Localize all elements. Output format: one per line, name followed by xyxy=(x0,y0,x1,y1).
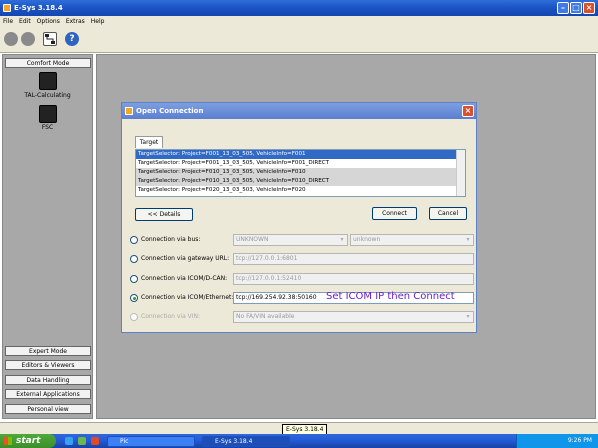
connection-gateway-radio[interactable] xyxy=(130,255,138,263)
taskbar-item-pic[interactable]: Pic xyxy=(107,436,195,447)
taskbar-item-esys[interactable]: E-Sys 3.18.4 xyxy=(202,436,290,447)
system-tray: 9:26 PM xyxy=(516,434,598,448)
gateway-url-field[interactable]: tcp://127.0.0.1:6801 xyxy=(233,253,474,265)
connection-icom-dcan-radio[interactable] xyxy=(130,275,138,283)
connection-label: Connection via bus: xyxy=(141,236,201,243)
tab-target[interactable]: Target xyxy=(135,136,163,148)
desktop-icon[interactable] xyxy=(78,437,86,445)
window-title: E-Sys 3.18.4 xyxy=(14,4,63,12)
bus-select-value: UNKNOWN xyxy=(236,236,269,243)
external-applications-button[interactable]: External Applications xyxy=(5,389,91,399)
cancel-button[interactable]: Cancel xyxy=(429,207,467,220)
list-item[interactable]: TargetSelector: Project=F001_13_03_505, … xyxy=(136,159,465,168)
details-button[interactable]: << Details xyxy=(135,208,193,221)
expert-mode-button[interactable]: Expert Mode xyxy=(5,346,91,356)
target-list[interactable]: TargetSelector: Project=F001_13_03_505, … xyxy=(135,149,466,197)
menu-bar: File Edit Options Extras Help xyxy=(0,16,598,27)
sidebar: Comfort Mode TAL-Calculating FSC Expert … xyxy=(2,54,93,419)
editors-viewers-button[interactable]: Editors & Viewers xyxy=(5,360,91,370)
forward-icon[interactable] xyxy=(21,32,35,46)
fsc-icon[interactable] xyxy=(39,105,57,123)
chevron-down-icon: ▾ xyxy=(466,236,470,243)
comfort-mode-button[interactable]: Comfort Mode xyxy=(5,58,91,68)
list-scrollbar[interactable] xyxy=(456,150,465,196)
connection-label: Connection via VIN: xyxy=(141,313,201,320)
bus-select[interactable]: UNKNOWN ▾ xyxy=(233,234,348,246)
connection-label: Connection via ICOM/D-CAN: xyxy=(141,275,228,282)
connection-icom-ethernet-radio[interactable] xyxy=(130,294,138,302)
sidebar-item-label: TAL-Calculating xyxy=(24,92,71,99)
media-player-icon[interactable] xyxy=(91,437,99,445)
clock: 9:26 PM xyxy=(567,437,592,444)
menu-file[interactable]: File xyxy=(3,16,13,27)
window-title-bar: E-Sys 3.18.4 – □ × xyxy=(0,0,598,16)
connection-vin-radio[interactable] xyxy=(130,313,138,321)
taskbar: start Pic E-Sys 3.18.4 9:26 PM xyxy=(0,434,598,448)
bus-type-select[interactable]: unknown ▾ xyxy=(350,234,474,246)
windows-logo-icon xyxy=(4,437,12,445)
sidebar-item-label: FSC xyxy=(41,124,54,131)
menu-extras[interactable]: Extras xyxy=(66,16,85,27)
icom-dcan-field[interactable]: tcp://127.0.0.1:52410 xyxy=(233,273,474,285)
menu-options[interactable]: Options xyxy=(37,16,60,27)
connection-bus-radio[interactable] xyxy=(130,236,138,244)
start-label: start xyxy=(16,436,41,446)
back-icon[interactable] xyxy=(4,32,18,46)
chevron-down-icon: ▾ xyxy=(340,236,344,243)
vin-select[interactable]: No FA/VIN available ▾ xyxy=(233,311,474,323)
connection-label: Connection via ICOM/Ethernet: xyxy=(141,294,234,301)
list-item[interactable]: TargetSelector: Project=F010_13_03_505, … xyxy=(136,177,465,186)
vin-select-value: No FA/VIN available xyxy=(236,313,295,320)
instruction-annotation: Set ICOM IP then Connect xyxy=(326,291,455,302)
start-button[interactable]: start xyxy=(0,434,56,448)
toolbar: ? xyxy=(0,27,598,53)
menu-help[interactable]: Help xyxy=(91,16,105,27)
maximize-button[interactable]: □ xyxy=(570,2,582,14)
connection-gateway-row: Connection via gateway URL: tcp://127.0.… xyxy=(130,253,474,265)
help-icon[interactable]: ? xyxy=(65,32,79,46)
tal-calculating-icon[interactable] xyxy=(39,72,57,90)
data-handling-button[interactable]: Data Handling xyxy=(5,375,91,385)
connect-button[interactable]: Connect xyxy=(372,207,417,220)
ie-icon[interactable] xyxy=(65,437,73,445)
list-item[interactable]: TargetSelector: Project=F020_13_03_503, … xyxy=(136,186,465,195)
menu-edit[interactable]: Edit xyxy=(19,16,31,27)
dialog-app-icon xyxy=(125,107,133,115)
chevron-down-icon: ▾ xyxy=(466,313,470,320)
connect-network-icon[interactable] xyxy=(43,32,57,46)
connection-icom-dcan-row: Connection via ICOM/D-CAN: tcp://127.0.0… xyxy=(130,273,474,285)
connection-label: Connection via gateway URL: xyxy=(141,255,230,262)
dialog-title: Open Connection xyxy=(136,107,204,115)
list-item[interactable]: TargetSelector: Project=F010_13_03_505, … xyxy=(136,168,465,177)
bus-type-value: unknown xyxy=(353,236,381,243)
connection-vin-row: Connection via VIN: No FA/VIN available ▾ xyxy=(130,311,474,323)
dialog-close-button[interactable]: × xyxy=(462,105,474,117)
minimize-button[interactable]: – xyxy=(557,2,569,14)
dialog-title-bar: Open Connection × xyxy=(122,103,476,119)
close-button[interactable]: × xyxy=(583,2,595,14)
connection-bus-row: Connection via bus: UNKNOWN ▾ unknown ▾ xyxy=(130,234,474,246)
esys-app-icon xyxy=(3,4,11,12)
personal-view-button[interactable]: Personal view xyxy=(5,404,91,414)
list-item[interactable]: TargetSelector: Project=F001_13_03_505, … xyxy=(136,150,465,159)
